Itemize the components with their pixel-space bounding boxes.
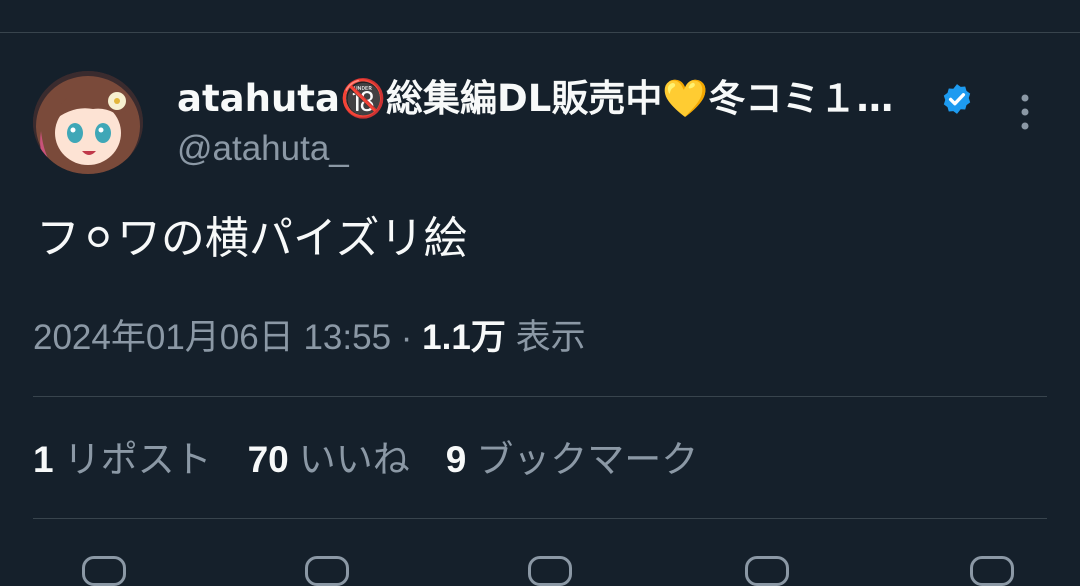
avatar-icon [33,71,143,174]
stat-likes[interactable]: 70 いいね [248,436,410,484]
repost-count: 1 [33,439,54,480]
tweet-timestamp[interactable]: 2024年01月06日 13:55 [33,318,391,357]
display-name-text: atahuta🔞総集編DL販売中💛冬コミ１… [177,77,894,120]
verified-badge-icon [943,84,971,114]
tweet-text: フ⚪ワの横パイズリ絵 [36,213,468,264]
engagement-stats: 1 リポスト 70 いいね 9 ブックマーク [33,436,734,484]
more-vertical-icon[interactable] [1009,92,1041,132]
views-label: 表示 [515,318,586,357]
author-display-name[interactable]: atahuta🔞総集編DL販売中💛冬コミ１… [177,76,893,122]
top-divider [0,32,1080,33]
bookmark-count: 9 [445,439,467,480]
meta-separator: · [400,318,413,357]
bookmark-label: ブックマーク [476,438,699,481]
bookmark-icon[interactable] [745,556,789,586]
like-label: いいね [298,438,410,481]
like-icon[interactable] [528,556,572,586]
stats-top-divider [33,396,1047,397]
repost-icon[interactable] [305,556,349,586]
tweet-meta: 2024年01月06日 13:55 · 1.1万 表示 [33,315,586,361]
share-icon[interactable] [970,556,1014,586]
repost-label: リポスト [63,438,212,481]
author-handle[interactable]: @atahuta_ [177,127,349,171]
author-avatar[interactable] [33,71,143,174]
stat-reposts[interactable]: 1 リポスト [33,436,212,484]
views-count: 1.1万 [422,318,506,357]
action-bar [0,548,1080,586]
stat-bookmarks[interactable]: 9 ブックマーク [446,436,699,484]
stats-bottom-divider [33,518,1047,519]
reply-icon[interactable] [82,556,126,586]
like-count: 70 [247,439,289,480]
